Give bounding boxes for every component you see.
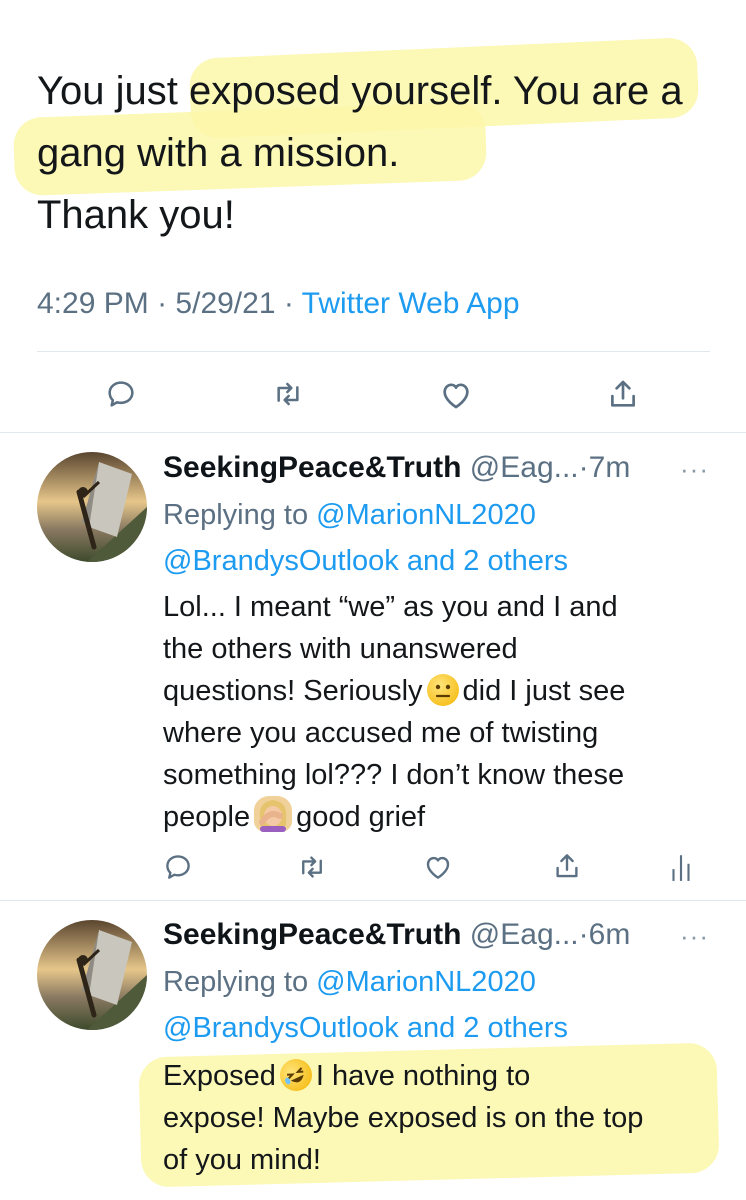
display-name[interactable]: SeekingPeace&Truth xyxy=(163,918,461,951)
reply-header: SeekingPeace&Truth @Eag...·6m xyxy=(163,917,630,953)
replying-to-line: Replying to @MarionNL2020 xyxy=(163,959,568,1005)
replying-to: Replying to @MarionNL2020 @BrandysOutloo… xyxy=(163,959,568,1051)
divider xyxy=(37,351,710,352)
reply-time[interactable]: 6m xyxy=(589,918,631,951)
reply-text-line: people good grief xyxy=(163,796,625,838)
reply-header: SeekingPeace&Truth @Eag...·7m xyxy=(163,450,630,486)
reply-text-line: of you mind! xyxy=(163,1144,321,1176)
retweet-icon[interactable] xyxy=(296,852,328,882)
meta-separator: · xyxy=(157,287,168,320)
text-segment: I have nothing to xyxy=(315,1060,531,1092)
divider xyxy=(0,432,746,433)
reply-text: Lol... I meant “we” as you and I and the… xyxy=(163,586,625,838)
analytics-icon[interactable] xyxy=(668,852,694,882)
more-options-icon[interactable]: ··· xyxy=(680,454,709,485)
facepalm-emoji xyxy=(254,796,293,832)
divider xyxy=(0,900,746,901)
replying-to-others[interactable]: @BrandysOutlook and 2 others xyxy=(163,1005,568,1051)
reply-text-line: something lol??? I don’t know these xyxy=(163,759,625,791)
avatar[interactable] xyxy=(37,920,147,1030)
reply-icon[interactable] xyxy=(163,852,193,882)
display-name[interactable]: SeekingPeace&Truth xyxy=(163,451,461,484)
neutral-face-emoji xyxy=(426,674,459,706)
reply-text-line: expose! Maybe exposed is on the top xyxy=(163,1102,644,1134)
reply-text-line: Lol... I meant “we” as you and I and xyxy=(163,591,618,623)
user-handle[interactable]: @Eag... xyxy=(470,918,579,951)
replying-to-others[interactable]: @BrandysOutlook and 2 others xyxy=(163,538,568,584)
tweet-text-line: You just exposed yourself. You are a xyxy=(37,69,683,113)
meta-separator: · xyxy=(283,287,294,320)
reply-text-line: Exposed I have nothing to xyxy=(163,1053,643,1097)
text-segment: questions! Seriously xyxy=(163,675,423,707)
tweet-time: 4:29 PM xyxy=(37,287,149,320)
reply-time[interactable]: 7m xyxy=(589,451,631,484)
retweet-icon[interactable] xyxy=(270,378,306,410)
tweet-date[interactable]: 5/29/21 xyxy=(175,287,275,320)
text-segment: people xyxy=(163,801,251,833)
header-separator: · xyxy=(578,918,589,951)
reply-text-line: questions! Seriously did I just see xyxy=(163,670,625,712)
like-icon[interactable] xyxy=(438,378,474,412)
replying-to-line: Replying to @MarionNL2020 xyxy=(163,492,568,538)
reply-text-line: the others with unanswered xyxy=(163,633,518,665)
text-segment: Exposed xyxy=(163,1060,276,1092)
tweet-client-link[interactable]: Twitter Web App xyxy=(302,287,520,320)
reply-icon[interactable] xyxy=(105,378,137,410)
reply-text: Exposed I have nothing to expose! Maybe e… xyxy=(163,1053,644,1181)
replying-to-label: Replying to xyxy=(163,966,309,998)
replying-to-label: Replying to xyxy=(163,499,309,531)
more-options-icon[interactable]: ··· xyxy=(680,921,709,952)
tweet-text: You just exposed yourself. You are a gan… xyxy=(37,60,727,246)
tweet-text-line: gang with a mission. xyxy=(37,131,400,175)
share-icon[interactable] xyxy=(552,850,582,882)
share-icon[interactable] xyxy=(606,376,640,412)
replying-to: Replying to @MarionNL2020 @BrandysOutloo… xyxy=(163,492,568,584)
tweet-text-line: Thank you! xyxy=(37,193,235,237)
text-segment: did I just see xyxy=(462,675,626,707)
reply-text-line: where you accused me of twisting xyxy=(163,717,599,749)
text-segment: good grief xyxy=(296,801,426,833)
user-handle[interactable]: @Eag... xyxy=(470,451,579,484)
like-icon[interactable] xyxy=(422,852,454,882)
avatar[interactable] xyxy=(37,452,147,562)
tweet-meta: 4:29 PM · 5/29/21 · Twitter Web App xyxy=(37,287,520,321)
header-separator: · xyxy=(578,451,589,484)
replying-to-user[interactable]: @MarionNL2020 xyxy=(316,966,536,998)
replying-to-user[interactable]: @MarionNL2020 xyxy=(316,499,536,531)
rofl-emoji xyxy=(274,1053,318,1097)
